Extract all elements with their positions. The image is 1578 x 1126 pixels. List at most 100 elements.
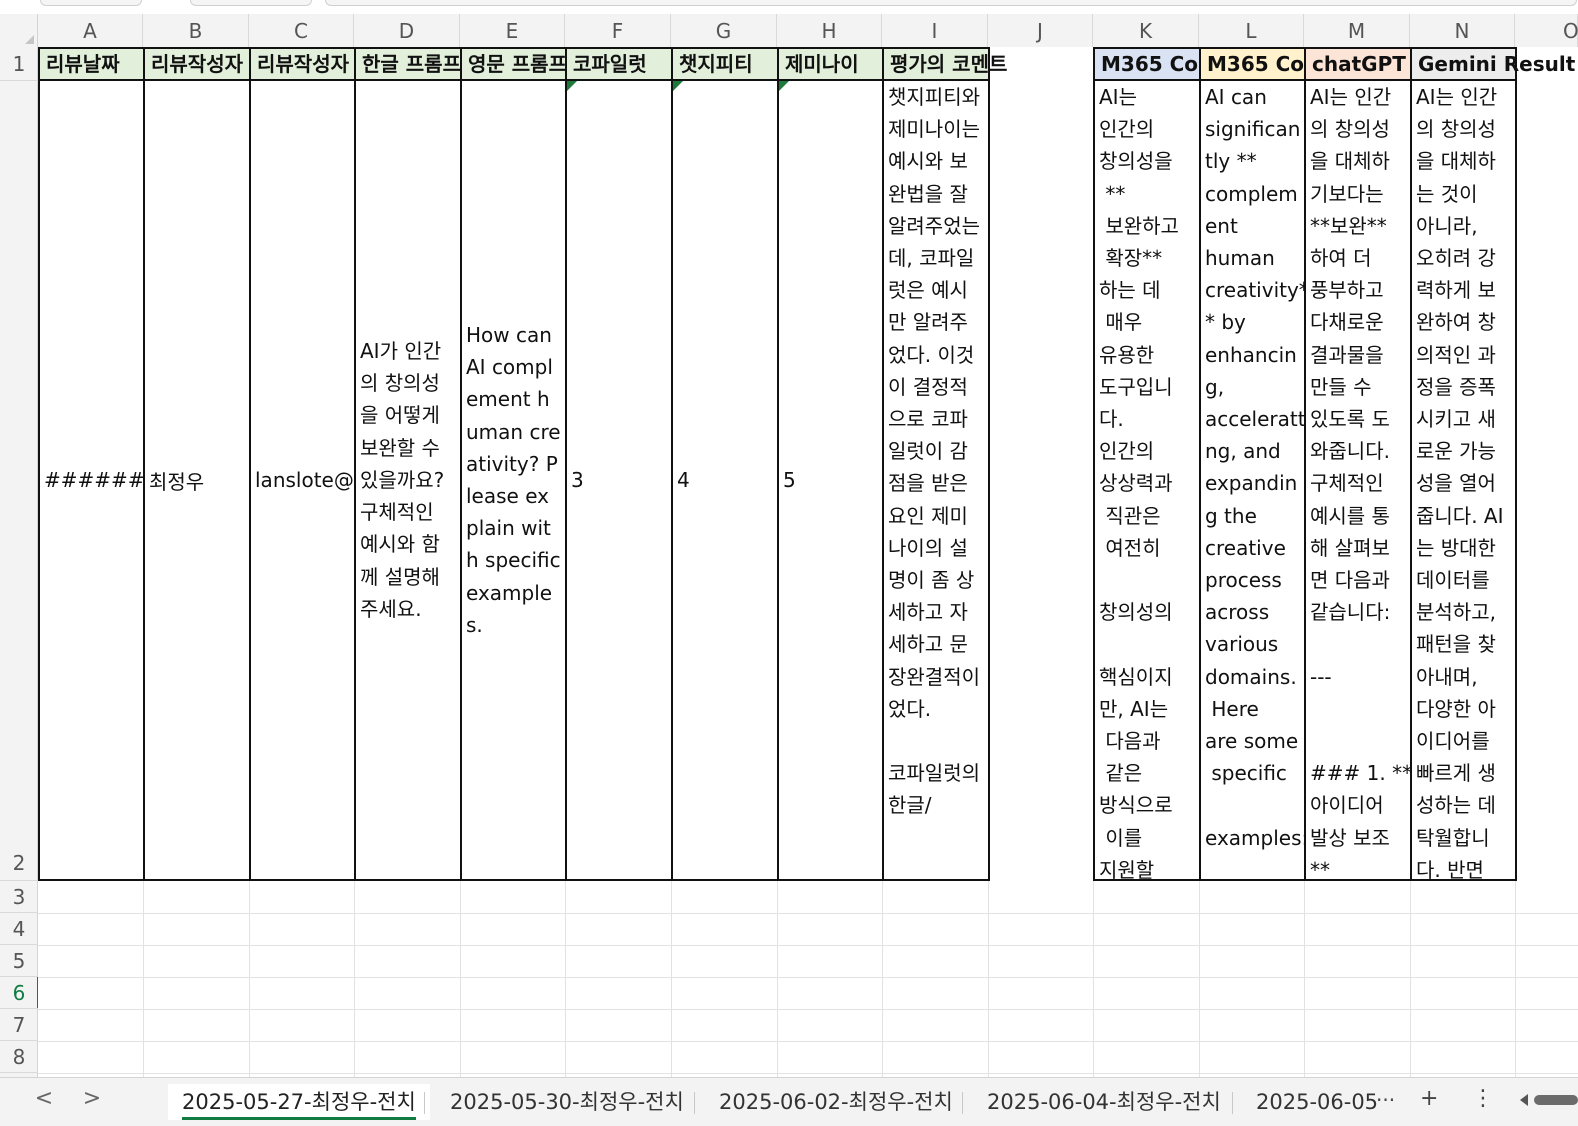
cell-b1[interactable]: 리뷰작성자 <box>143 47 251 81</box>
gridline <box>38 977 1578 978</box>
scrollbar-thumb[interactable] <box>1534 1095 1578 1105</box>
column-headers: A B C D E F G H I J K L M N O <box>0 14 1578 48</box>
cell-e1[interactable]: 영문 프롬프트 <box>460 47 567 81</box>
header-reviewer-email: 리뷰작성자 <box>257 52 349 76</box>
cell-b2[interactable]: 최정우 <box>143 81 251 881</box>
column-header-b[interactable]: B <box>143 14 249 47</box>
sheet-tab-4[interactable]: 2025-06-04-최정우-전치 <box>973 1084 1235 1120</box>
sheet-tab-bar: < > 2025-05-27-최정우-전치 2025-05-30-최정우-전치 … <box>0 1077 1578 1126</box>
cell-f2[interactable]: 3 <box>565 81 673 881</box>
row-header-1[interactable]: 1 <box>0 47 38 81</box>
number-as-text-indicator <box>673 81 683 91</box>
sheet-options-button[interactable]: ⋮ <box>1472 1086 1494 1111</box>
row-header-6[interactable]: 6 <box>0 977 40 1009</box>
column-header-n[interactable]: N <box>1410 14 1515 47</box>
cell-g1[interactable]: 챗지피티 <box>671 47 779 81</box>
sheet-tab-5[interactable]: 2025-06-05 <box>1242 1084 1382 1120</box>
tab-separator <box>694 1092 695 1114</box>
prev-sheet-button[interactable]: < <box>32 1086 56 1111</box>
cell-e2[interactable]: How can AI complement human creativity? … <box>460 81 567 881</box>
ribbon-tab-ghost <box>325 0 1577 6</box>
header-copilot: 코파일럿 <box>573 52 647 76</box>
reviewer-name: 최정우 <box>149 469 205 494</box>
more-sheets-button[interactable]: ··· <box>1376 1088 1395 1112</box>
row-header-8[interactable]: 8 <box>0 1041 38 1073</box>
cell-i2[interactable]: 챗지피티와 제미나이는 예시와 보완법을 잘 알려주었는데, 코파일럿은 예시만… <box>882 81 990 881</box>
cell-d2[interactable]: AI가 인간의 창의성을 어떻게 보완할 수 있을까요? 구체적인 예시와 함께… <box>354 81 462 881</box>
cell-g2[interactable]: 4 <box>671 81 779 881</box>
scroll-left-icon[interactable] <box>1520 1094 1528 1106</box>
window-top-strip <box>0 0 1578 6</box>
header-evaluation-comment: 평가의 코멘트 <box>890 52 1008 76</box>
gridline <box>38 1041 1578 1042</box>
sheet-tab-label: 2025-05-27-최정우-전치 <box>182 1090 416 1120</box>
cell-d1[interactable]: 한글 프롬프트 <box>354 47 462 81</box>
korean-prompt-text: AI가 인간의 창의성을 어떻게 보완할 수 있을까요? 구체적인 예시와 함께… <box>360 339 445 621</box>
row-header-3[interactable]: 3 <box>0 881 38 913</box>
header-gemini: 제미나이 <box>785 52 859 76</box>
ribbon-tab-ghost <box>190 0 312 6</box>
gridline <box>38 1009 1578 1010</box>
chatgpt-score: 4 <box>677 468 690 492</box>
cell-m1[interactable]: chatGPT Result <box>1304 47 1412 81</box>
gemini-result-text: AI는 인간 의 창의성 을 대체하 는 것이 아니라, 오히려 강 력하게 보… <box>1416 85 1504 881</box>
column-header-e[interactable]: E <box>460 14 565 47</box>
header-gemini-result: Gemini Result <box>1418 52 1576 76</box>
header-korean-prompt: 한글 프롬프트 <box>362 52 461 76</box>
row-header-2[interactable]: 2 <box>0 81 38 881</box>
cell-c1[interactable]: 리뷰작성자 <box>249 47 356 81</box>
chatgpt-result-text: AI는 인간 의 창의성 을 대체하 기보다는 **보완** 하여 더 풍부하고… <box>1310 85 1412 881</box>
add-sheet-button[interactable]: + <box>1420 1086 1438 1111</box>
horizontal-scrollbar[interactable] <box>1508 1090 1578 1110</box>
next-sheet-button[interactable]: > <box>80 1086 104 1111</box>
column-header-j[interactable]: J <box>988 14 1093 47</box>
cell-h2[interactable]: 5 <box>777 81 884 881</box>
row-header-5[interactable]: 5 <box>0 945 38 977</box>
header-english-prompt: 영문 프롬프트 <box>468 52 567 76</box>
m365-copilot-ko-text: AI는 인간의 창의성을 ** 보완하고 확장** 하는 데 매우 유용한 도구… <box>1099 85 1179 881</box>
cell-f1[interactable]: 코파일럿 <box>565 47 673 81</box>
column-header-h[interactable]: H <box>777 14 882 47</box>
select-all-corner[interactable] <box>0 14 38 47</box>
sheet-tab-1[interactable]: 2025-05-27-최정우-전치 <box>168 1084 430 1120</box>
sheet-tab-3[interactable]: 2025-06-02-최정우-전치 <box>705 1084 967 1120</box>
column-header-i[interactable]: I <box>882 14 988 47</box>
ribbon-tab-ghost <box>40 0 142 6</box>
column-header-o[interactable]: O <box>1515 14 1578 47</box>
column-header-c[interactable]: C <box>249 14 354 47</box>
cell-k2[interactable]: AI는 인간의 창의성을 ** 보완하고 확장** 하는 데 매우 유용한 도구… <box>1093 81 1201 881</box>
column-header-l[interactable]: L <box>1199 14 1304 47</box>
cell-i1[interactable]: 평가의 코멘트 <box>882 47 1007 81</box>
header-m365-copilot-ko: M365 Copilot <box>1101 52 1199 76</box>
cell-n1[interactable]: Gemini Result <box>1410 47 1575 81</box>
header-review-date: 리뷰날짜 <box>46 52 120 76</box>
cell-h1[interactable]: 제미나이 <box>777 47 884 81</box>
column-header-f[interactable]: F <box>565 14 671 47</box>
reviewer-email: lanslote@ <box>255 468 354 492</box>
column-header-g[interactable]: G <box>671 14 777 47</box>
cell-a1[interactable]: 리뷰날짜 <box>38 47 145 81</box>
header-chatgpt-result: chatGPT Result <box>1312 52 1410 76</box>
tab-separator <box>1232 1092 1233 1114</box>
cell-l1[interactable]: M365 Copilot <box>1199 47 1306 81</box>
cell-l2[interactable]: AI can significan tly ** complem ent hum… <box>1199 81 1306 881</box>
copilot-score: 3 <box>571 468 584 492</box>
cell-grid[interactable]: 리뷰날짜 리뷰작성자 리뷰작성자 한글 프롬프트 영문 프롬프트 코파일럿 챗지… <box>38 47 1578 1077</box>
column-header-a[interactable]: A <box>38 14 143 47</box>
column-header-k[interactable]: K <box>1093 14 1199 47</box>
gridline <box>38 945 1578 946</box>
cell-n2[interactable]: AI는 인간 의 창의성 을 대체하 는 것이 아니라, 오히려 강 력하게 보… <box>1410 81 1517 881</box>
row-header-4[interactable]: 4 <box>0 913 38 945</box>
cell-k1[interactable]: M365 Copilot <box>1093 47 1201 81</box>
cell-a2[interactable]: ####### <box>38 81 145 881</box>
cell-c2[interactable]: lanslote@ <box>249 81 356 881</box>
column-header-d[interactable]: D <box>354 14 460 47</box>
tab-separator <box>962 1092 963 1114</box>
column-header-m[interactable]: M <box>1304 14 1410 47</box>
gemini-score: 5 <box>783 468 796 492</box>
tab-separator <box>424 1092 425 1114</box>
row-header-7[interactable]: 7 <box>0 1009 38 1041</box>
cell-m2[interactable]: AI는 인간 의 창의성 을 대체하 기보다는 **보완** 하여 더 풍부하고… <box>1304 81 1412 881</box>
sheet-tab-2[interactable]: 2025-05-30-최정우-전치 <box>436 1084 698 1120</box>
m365-copilot-en-text: AI can significan tly ** complem ent hum… <box>1205 85 1306 850</box>
